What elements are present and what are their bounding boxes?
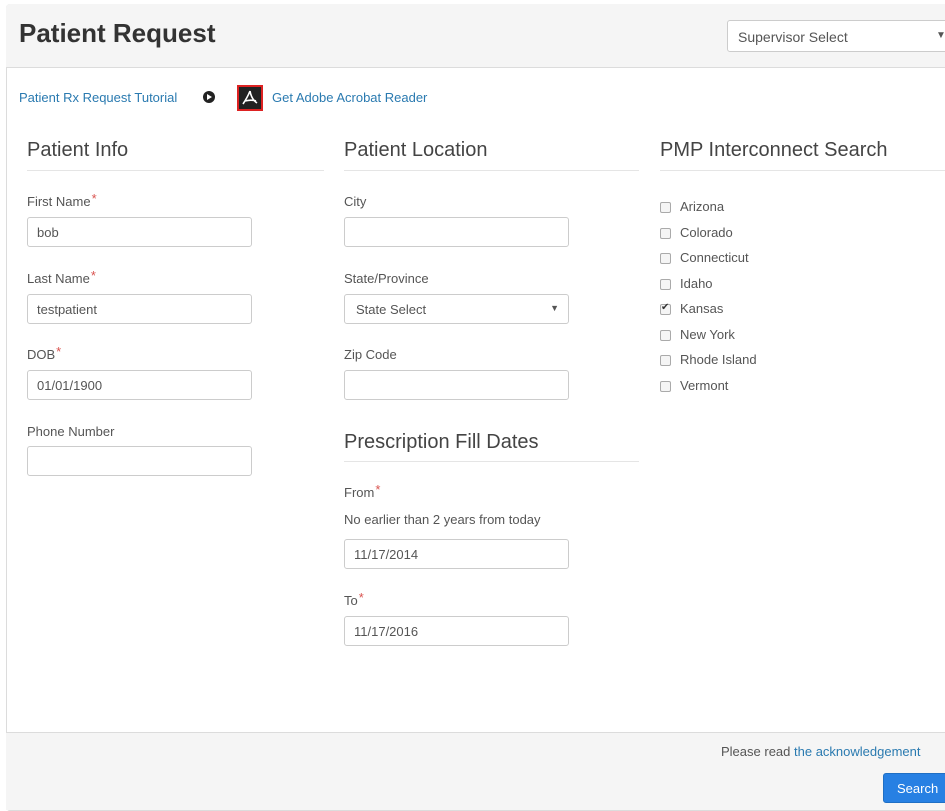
- pmp-state-label: Rhode Island: [680, 352, 757, 367]
- checkbox[interactable]: [660, 355, 671, 366]
- chevron-down-icon: ▼: [936, 30, 945, 41]
- pmp-heading: PMP Interconnect Search: [660, 139, 888, 161]
- supervisor-select-value: Supervisor Select: [738, 29, 848, 45]
- last-name-label: Last Name*: [27, 268, 96, 286]
- patient-info-heading: Patient Info: [27, 139, 129, 161]
- acrobat-link[interactable]: Get Adobe Acrobat Reader: [272, 90, 427, 105]
- fill-dates-heading: Prescription Fill Dates: [344, 431, 539, 453]
- pmp-state-label: Arizona: [680, 199, 725, 214]
- checkbox[interactable]: [660, 381, 671, 392]
- pmp-state-label: Kansas: [680, 301, 724, 316]
- checkbox[interactable]: [660, 228, 671, 239]
- divider: [660, 170, 945, 171]
- acknowledgement-text: Please read the acknowledgement: [721, 744, 921, 759]
- phone-label: Phone Number: [27, 424, 115, 439]
- supervisor-select[interactable]: Supervisor Select ▼: [727, 20, 945, 52]
- pmp-state-label: Idaho: [680, 276, 713, 291]
- page-title: Patient Request: [19, 18, 216, 48]
- zip-label: Zip Code: [344, 347, 397, 362]
- checkbox[interactable]: [660, 202, 671, 213]
- to-label: To*: [344, 590, 364, 608]
- acknowledgement-link[interactable]: the acknowledgement: [794, 744, 920, 759]
- dob-label: DOB*: [27, 344, 62, 362]
- adobe-pdf-icon[interactable]: [237, 85, 263, 111]
- checkbox[interactable]: [660, 253, 671, 264]
- checkbox[interactable]: [660, 279, 671, 290]
- pmp-state-label: Vermont: [680, 378, 729, 393]
- request-panel: [6, 4, 945, 811]
- to-date-input[interactable]: 11/17/2016: [344, 616, 569, 646]
- city-input[interactable]: [344, 217, 569, 247]
- phone-input[interactable]: [27, 446, 252, 476]
- first-name-label: First Name*: [27, 191, 97, 209]
- pmp-state-label: Connecticut: [680, 250, 749, 265]
- divider: [344, 170, 639, 171]
- arrow-circle-right-icon[interactable]: [203, 91, 215, 103]
- checkbox[interactable]: [660, 302, 671, 315]
- zip-input[interactable]: [344, 370, 569, 400]
- divider: [27, 170, 324, 171]
- state-label: State/Province: [344, 271, 429, 286]
- pmp-state-label: Colorado: [680, 225, 733, 240]
- city-label: City: [344, 194, 367, 209]
- first-name-input[interactable]: bob: [27, 217, 252, 247]
- from-hint: No earlier than 2 years from today: [344, 512, 541, 527]
- checkbox[interactable]: [660, 330, 671, 341]
- state-select-value: State Select: [356, 302, 427, 317]
- from-date-input[interactable]: 11/17/2014: [344, 539, 569, 569]
- patient-location-heading: Patient Location: [344, 139, 488, 161]
- state-select[interactable]: State Select ▼: [344, 294, 569, 324]
- search-button[interactable]: Search: [883, 773, 945, 803]
- tutorial-link[interactable]: Patient Rx Request Tutorial: [19, 90, 177, 105]
- pmp-state-label: New York: [680, 327, 735, 342]
- from-label: From*: [344, 482, 381, 500]
- divider: [344, 461, 639, 462]
- chevron-down-icon: ▼: [550, 303, 559, 313]
- last-name-input[interactable]: testpatient: [27, 294, 252, 324]
- dob-input[interactable]: 01/01/1900: [27, 370, 252, 400]
